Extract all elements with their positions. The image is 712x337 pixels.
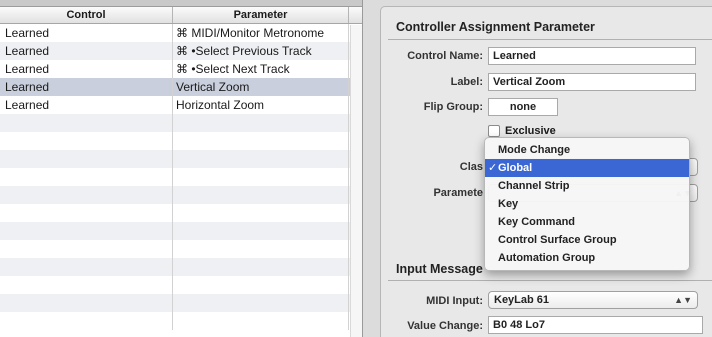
table-row (0, 114, 362, 132)
parameter-cell (173, 240, 349, 258)
assignments-table: Control Parameter Learned ⌘ MIDI/Monitor … (0, 0, 363, 337)
section-divider (388, 39, 712, 40)
table-row (0, 168, 362, 186)
menu-item-label: Channel Strip (498, 180, 570, 192)
table-row[interactable]: Learned Vertical Zoom (0, 78, 362, 96)
menu-item-global[interactable]: ✓ Global (485, 159, 689, 177)
control-cell (0, 150, 173, 168)
menu-item-key[interactable]: Key (485, 195, 689, 213)
menu-item-label: Mode Change (498, 144, 571, 156)
parameter-cell (173, 258, 349, 276)
menu-item-label: Key (498, 198, 519, 210)
column-header-control[interactable]: Control (0, 7, 173, 23)
control-name-field[interactable]: Learned (488, 47, 696, 65)
section-divider (388, 280, 712, 281)
section-title-input-message: Input Message (396, 262, 483, 276)
table-row (0, 240, 362, 258)
midi-input-value: KeyLab 61 (494, 294, 550, 306)
table-row[interactable]: Learned ⌘ MIDI/Monitor Metronome (0, 24, 362, 42)
table-row (0, 204, 362, 222)
menu-item-channel-strip[interactable]: Channel Strip (485, 177, 689, 195)
menu-item-label: Automation Group (498, 252, 596, 264)
menu-item-label: Control Surface Group (498, 234, 617, 246)
menu-item-control-surface-group[interactable]: Control Surface Group (485, 231, 689, 249)
control-cell (0, 222, 173, 240)
class-dropdown-menu: Mode Change ✓ Global Channel Strip Key Key Co… (484, 137, 690, 271)
parameter-cell: ⌘ •Select Next Track (173, 60, 349, 78)
table-row (0, 186, 362, 204)
flip-group-field[interactable]: none (488, 98, 558, 116)
parameter-cell (173, 222, 349, 240)
parameter-cell: ⌘ MIDI/Monitor Metronome (173, 24, 349, 42)
column-header-parameter[interactable]: Parameter (173, 7, 349, 23)
control-cell (0, 240, 173, 258)
table-row (0, 132, 362, 150)
parameter-cell (173, 276, 349, 294)
parameter-cell (173, 132, 349, 150)
popup-arrows-icon: ▲▼ (674, 295, 692, 305)
control-cell (0, 258, 173, 276)
menu-item-key-command[interactable]: Key Command (485, 213, 689, 231)
label-field[interactable]: Vertical Zoom (488, 73, 696, 91)
control-cell (0, 168, 173, 186)
parameter-cell: Horizontal Zoom (173, 96, 349, 114)
exclusive-checkbox[interactable] (488, 125, 500, 137)
value-change-label: Value Change: (407, 320, 483, 332)
parameter-cell: Vertical Zoom (173, 78, 349, 96)
exclusive-label: Exclusive (505, 125, 556, 137)
table-row (0, 294, 362, 312)
table-rows: Learned ⌘ MIDI/Monitor Metronome Learned ⌘ … (0, 24, 362, 330)
parameter-cell (173, 114, 349, 132)
table-row (0, 312, 362, 330)
menu-item-label: Key Command (498, 216, 576, 228)
table-row[interactable]: Learned ⌘ •Select Next Track (0, 60, 362, 78)
table-header: Control Parameter (0, 7, 362, 24)
control-cell (0, 132, 173, 150)
label-label: Label: (450, 76, 483, 88)
checkmark-icon: ✓ (488, 162, 498, 174)
control-cell (0, 204, 173, 222)
table-row (0, 276, 362, 294)
table-row[interactable]: Learned ⌘ •Select Previous Track (0, 42, 362, 60)
menu-item-mode-change[interactable]: Mode Change (485, 141, 689, 159)
parameter-cell (173, 294, 349, 312)
midi-input-popup[interactable]: KeyLab 61 ▲▼ (488, 291, 698, 309)
parameter-cell: ⌘ •Select Previous Track (173, 42, 349, 60)
control-cell (0, 294, 173, 312)
parameter-cell (173, 204, 349, 222)
top-strip (0, 0, 362, 7)
control-cell: Learned (0, 78, 173, 96)
midi-input-label: MIDI Input: (426, 295, 483, 307)
control-cell: Learned (0, 42, 173, 60)
flip-group-label: Flip Group: (423, 101, 483, 113)
control-cell: Learned (0, 24, 173, 42)
menu-item-label: Global (498, 162, 533, 174)
value-change-field[interactable]: B0 48 Lo7 (488, 316, 703, 334)
menu-item-automation-group[interactable]: Automation Group (485, 249, 689, 267)
control-cell (0, 186, 173, 204)
control-name-label: Control Name: (407, 50, 483, 62)
class-label: Clas (459, 161, 483, 173)
control-cell (0, 312, 173, 330)
control-cell: Learned (0, 96, 173, 114)
parameter-cell (173, 312, 349, 330)
section-title-assignment: Controller Assignment Parameter (396, 20, 595, 34)
table-row (0, 258, 362, 276)
parameter-label: Paramete (433, 187, 483, 199)
control-cell: Learned (0, 60, 173, 78)
vertical-scrollbar[interactable] (350, 25, 362, 337)
parameter-cell (173, 168, 349, 186)
table-row (0, 150, 362, 168)
table-row[interactable]: Learned Horizontal Zoom (0, 96, 362, 114)
control-cell (0, 276, 173, 294)
parameter-cell (173, 150, 349, 168)
control-cell (0, 114, 173, 132)
table-row (0, 222, 362, 240)
parameter-cell (173, 186, 349, 204)
